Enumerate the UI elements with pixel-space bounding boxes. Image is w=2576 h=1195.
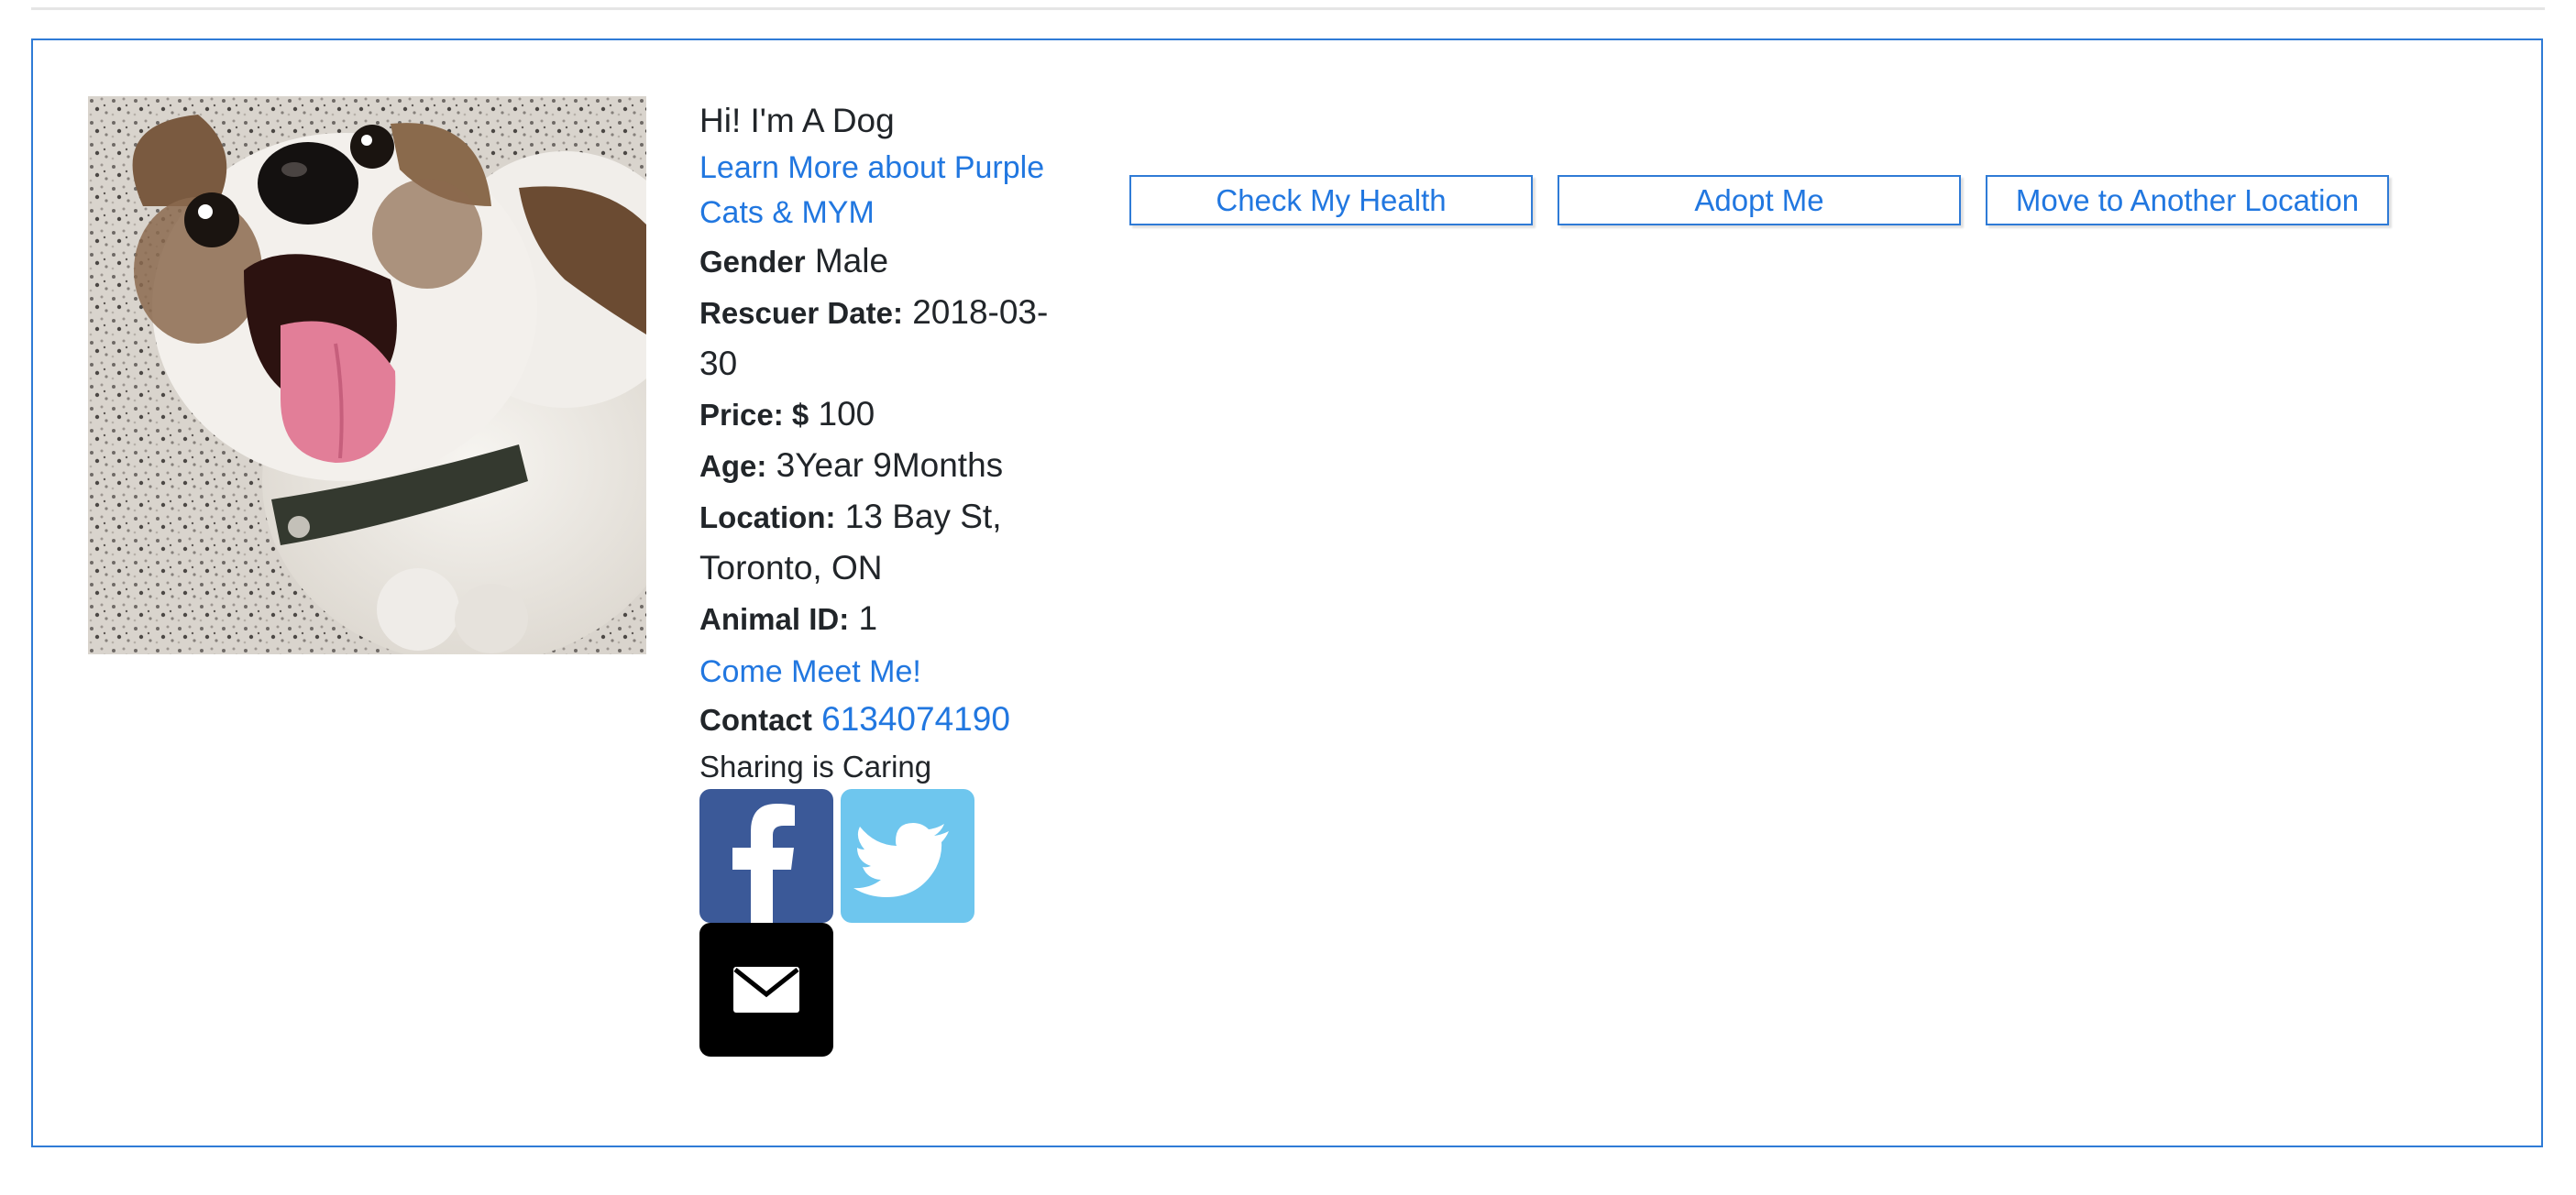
- location-row: Location: 13 Bay St, Toronto, ON: [699, 491, 1084, 593]
- animal-id-row: Animal ID: 1: [699, 593, 1084, 644]
- check-health-button[interactable]: Check My Health: [1129, 175, 1533, 225]
- email-icon: [733, 967, 799, 1013]
- top-divider: [31, 7, 2545, 10]
- phone-link[interactable]: 6134074190: [821, 700, 1010, 738]
- gender-value: Male: [814, 242, 889, 280]
- adopt-button[interactable]: Adopt Me: [1558, 175, 1961, 225]
- sharing-text: Sharing is Caring: [699, 750, 932, 784]
- move-location-button[interactable]: Move to Another Location: [1986, 175, 2389, 225]
- social-share-buttons: [699, 789, 993, 1064]
- age-value: 3Year 9Months: [776, 446, 1004, 484]
- gender-label: Gender: [699, 245, 806, 279]
- age-row: Age: 3Year 9Months: [699, 440, 1084, 491]
- dog-photo: [88, 96, 646, 654]
- animal-id-label: Animal ID:: [699, 602, 850, 636]
- animal-info: Hi! I'm A Dog Learn More about Purple Ca…: [699, 95, 1084, 1064]
- greeting-text: Hi! I'm A Dog: [699, 102, 895, 139]
- email-share-button[interactable]: [699, 923, 833, 1057]
- facebook-icon: [732, 804, 795, 923]
- twitter-icon: [853, 823, 949, 897]
- learn-more-link[interactable]: Learn More about Purple Cats & MYM: [699, 146, 1084, 236]
- price-row: Price: $ 100: [699, 389, 1084, 440]
- contact-row: Contact 6134074190: [699, 694, 1084, 745]
- come-meet-me-link[interactable]: Come Meet Me!: [699, 650, 1084, 694]
- gender-row: Gender Male: [699, 236, 1084, 287]
- rescuer-date-row: Rescuer Date: 2018-03-30: [699, 287, 1084, 389]
- facebook-share-button[interactable]: [699, 789, 833, 923]
- contact-label: Contact: [699, 703, 812, 737]
- animal-id-value: 1: [858, 599, 878, 637]
- price-label: Price: $: [699, 398, 809, 432]
- animal-card: Hi! I'm A Dog Learn More about Purple Ca…: [31, 38, 2543, 1147]
- price-value: 100: [818, 395, 875, 433]
- location-label: Location:: [699, 500, 836, 534]
- age-label: Age:: [699, 449, 767, 483]
- twitter-share-button[interactable]: [841, 789, 974, 923]
- rescuer-date-label: Rescuer Date:: [699, 296, 903, 330]
